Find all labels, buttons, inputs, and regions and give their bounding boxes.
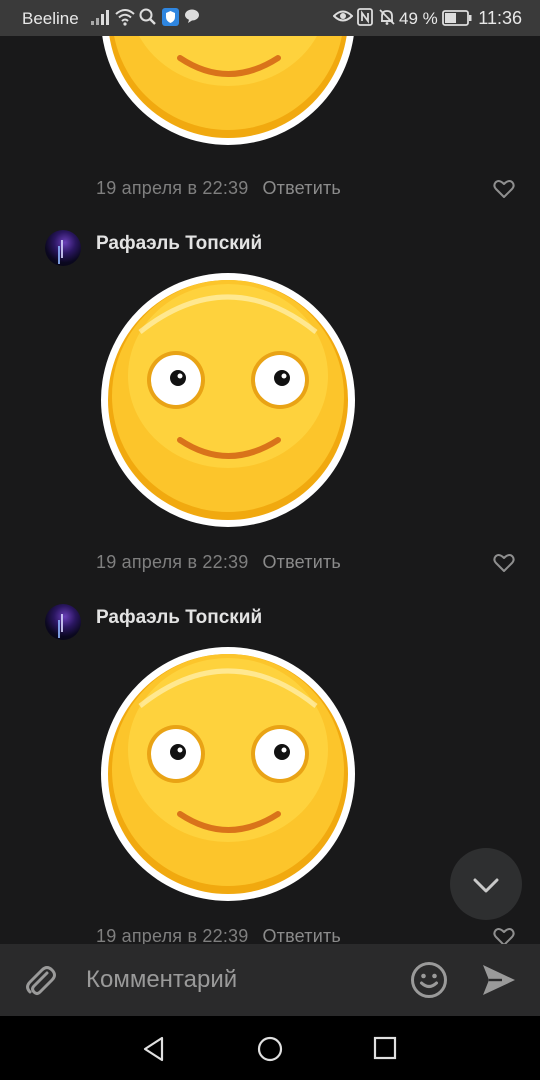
eye-icon [333, 10, 353, 22]
clock: 11:36 [478, 8, 522, 28]
heart-icon[interactable] [493, 179, 515, 199]
attach-icon[interactable] [22, 962, 60, 1000]
smiley-sticker[interactable] [100, 36, 356, 146]
comment-meta: 19 апреля в 22:39 Ответить [96, 926, 341, 944]
battery-icon [442, 10, 472, 26]
shield-icon [162, 8, 179, 26]
comment-meta: 19 апреля в 22:39 Ответить [96, 552, 341, 573]
scroll-down-button[interactable] [450, 848, 522, 920]
bell-off-icon [379, 9, 395, 25]
comment-input[interactable] [86, 962, 386, 998]
battery-percent: 49 % [399, 9, 438, 28]
reply-button[interactable]: Ответить [262, 552, 341, 572]
wifi-icon [115, 9, 135, 26]
reply-button[interactable]: Ответить [262, 178, 341, 198]
emoji-icon[interactable] [410, 961, 448, 999]
smiley-sticker[interactable] [100, 646, 356, 902]
avatar[interactable] [45, 230, 81, 266]
comment-meta: 19 апреля в 22:39 Ответить [96, 178, 341, 199]
comments-feed[interactable]: 19 апреля в 22:39 Ответить Рафаэль Топски… [0, 36, 540, 944]
signal-icon [91, 10, 109, 25]
author-name[interactable]: Рафаэль Топский [96, 607, 262, 629]
home-icon[interactable] [257, 1036, 283, 1062]
carrier-name: Beeline [22, 9, 79, 28]
heart-icon[interactable] [493, 927, 515, 944]
back-icon[interactable] [142, 1036, 166, 1062]
system-nav-bar [0, 1016, 540, 1080]
smiley-sticker[interactable] [100, 272, 356, 528]
chevron-down-icon [473, 878, 499, 893]
comment-date: 19 апреля в 22:39 [96, 178, 249, 198]
search-icon [139, 8, 156, 25]
reply-button[interactable]: Ответить [262, 926, 341, 944]
comment-date: 19 апреля в 22:39 [96, 552, 249, 572]
nfc-icon [357, 8, 373, 26]
avatar[interactable] [45, 604, 81, 640]
heart-icon[interactable] [493, 553, 515, 573]
status-bar: Beeline 49 % 11:36 [0, 0, 540, 36]
author-name[interactable]: Рафаэль Топский [96, 233, 262, 255]
comment-date: 19 апреля в 22:39 [96, 926, 249, 944]
send-icon[interactable] [480, 962, 518, 998]
recents-icon[interactable] [373, 1036, 397, 1060]
comment-composer [0, 944, 540, 1016]
message-icon [185, 9, 199, 23]
